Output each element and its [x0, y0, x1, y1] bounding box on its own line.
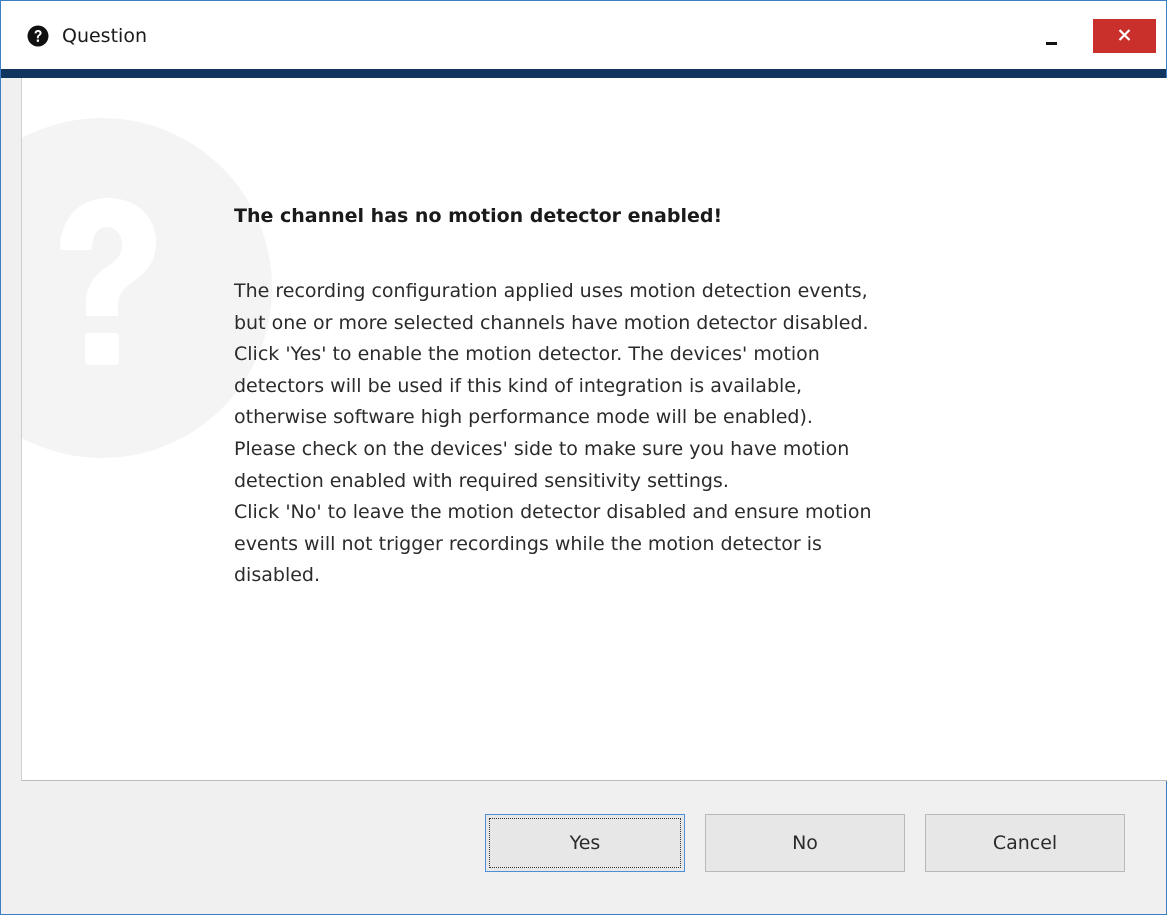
dialog-content: The channel has no motion detector enabl… [21, 78, 1167, 781]
message-line: detection enabled with required sensitiv… [234, 469, 729, 492]
message-line: but one or more selected channels have m… [234, 311, 869, 334]
message-line: otherwise software high performance mode… [234, 406, 813, 429]
cancel-button[interactable]: Cancel [925, 814, 1125, 872]
dialog-message: The recording configuration applied uses… [234, 276, 1094, 592]
minimize-icon [1046, 42, 1057, 45]
cancel-button-label: Cancel [992, 832, 1058, 854]
dialog-headline: The channel has no motion detector enabl… [234, 205, 723, 227]
title-bar[interactable]: Question [1, 1, 1166, 69]
question-circle-icon [27, 25, 49, 47]
message-line: Please check on the devices' side to mak… [234, 437, 850, 460]
title-accent-bar [1, 69, 1166, 78]
yes-button-label: Yes [569, 832, 601, 854]
message-line: detectors will be used if this kind of i… [234, 374, 803, 397]
message-line: Click 'No' to leave the motion detector … [234, 501, 872, 524]
dialog-window: Question The channel has no motion detec… [0, 0, 1167, 915]
minimize-button[interactable] [1033, 19, 1073, 55]
message-line: events will not trigger recordings while… [234, 532, 822, 555]
close-icon [1118, 29, 1131, 41]
no-button-label: No [792, 832, 818, 854]
message-line: The recording configuration applied uses… [234, 280, 868, 302]
no-button[interactable]: No [705, 814, 905, 872]
window-title: Question [62, 25, 147, 47]
yes-button[interactable]: Yes [485, 814, 685, 872]
close-button[interactable] [1093, 19, 1156, 53]
message-line: Click 'Yes' to enable the motion detecto… [234, 343, 820, 366]
message-line: disabled. [234, 564, 321, 587]
